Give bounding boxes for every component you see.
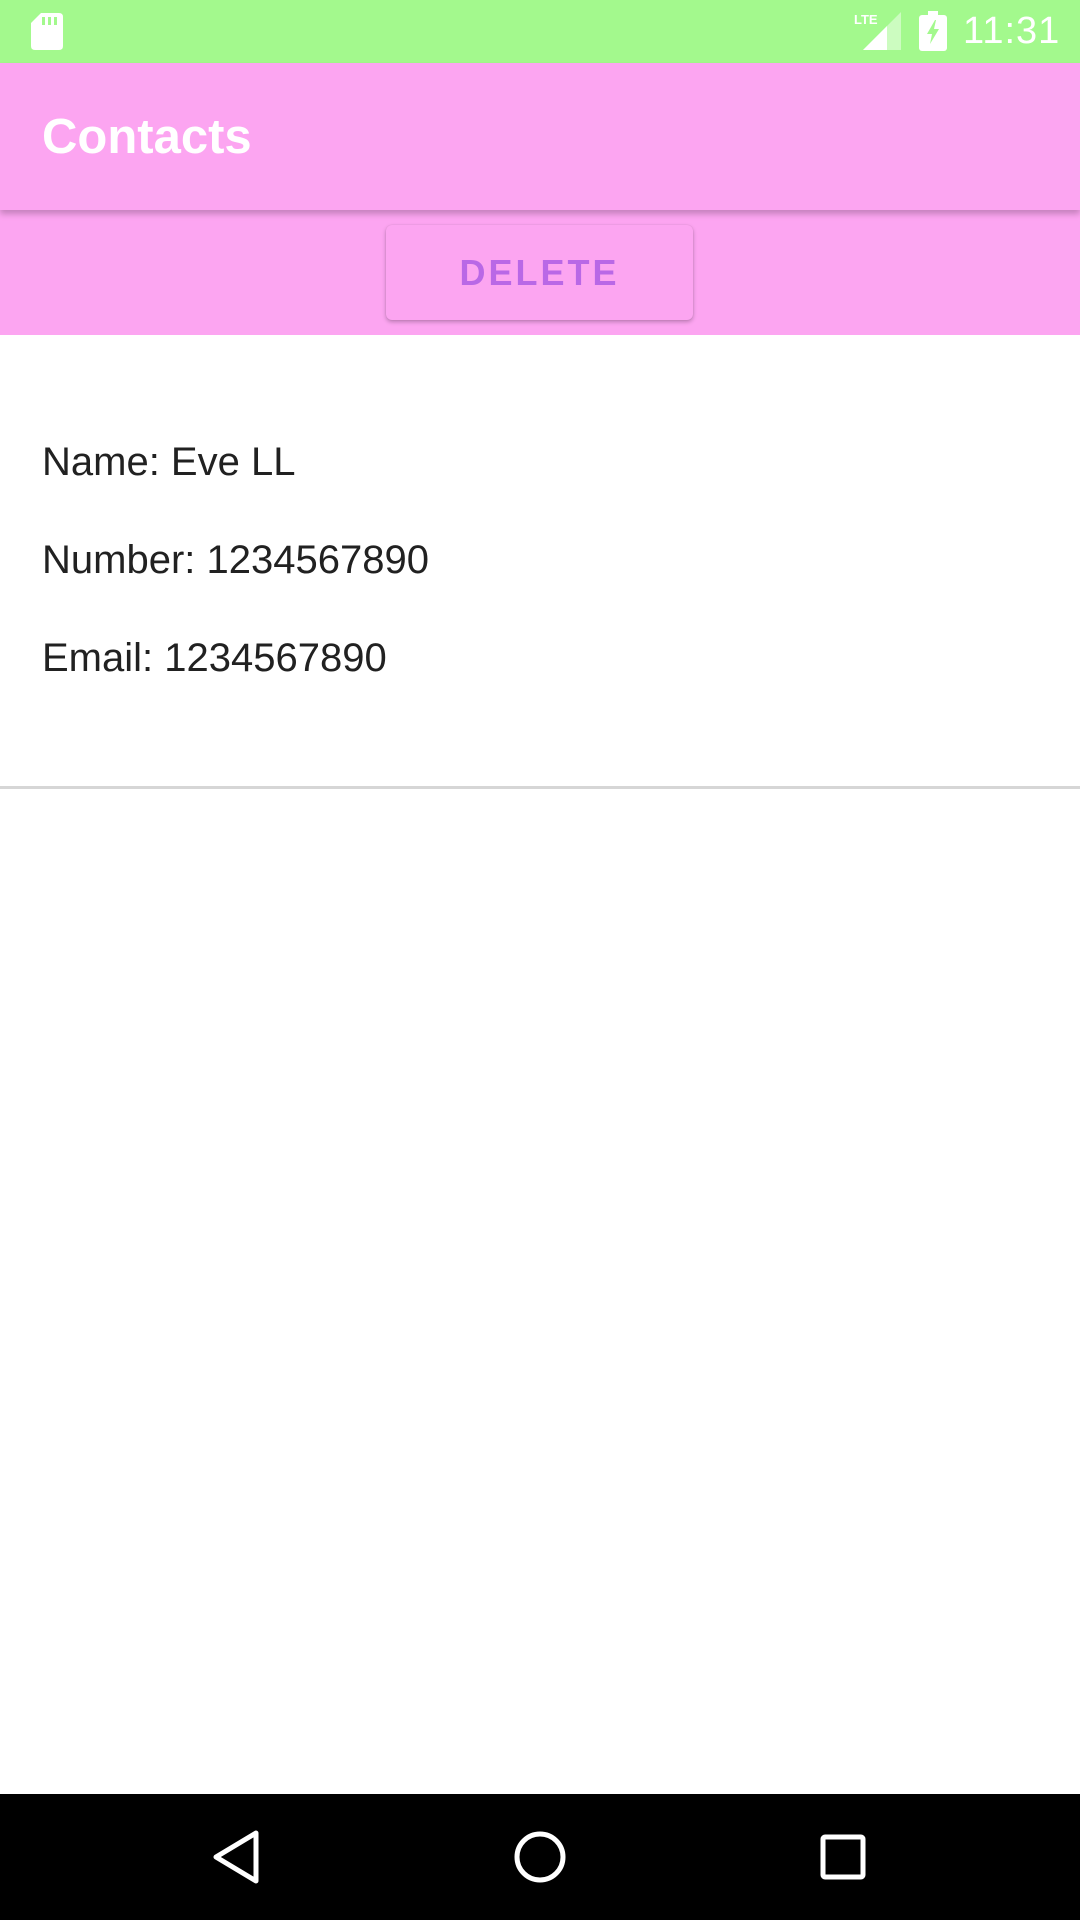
status-clock: 11:31 [963,10,1061,52]
back-button[interactable] [196,1817,276,1897]
action-strip: DELETE [0,210,1080,335]
network-type-label: LTE [854,12,878,27]
navigation-bar [0,1794,1080,1920]
screen: LTE 11:31 Contacts DELETE Name: Eve LL N… [0,0,1080,1920]
divider [0,786,1080,789]
contact-number: Number: 1234567890 [42,538,429,582]
sd-card-icon [31,13,63,50]
signal-icon: LTE [854,12,901,50]
app-bar: Contacts [0,63,1080,210]
contact-details: Name: Eve LL Number: 1234567890 Email: 1… [42,437,1042,731]
delete-button[interactable]: DELETE [386,225,693,320]
recents-button[interactable] [803,1817,883,1897]
app-title: Contacts [42,110,252,164]
recents-icon [820,1834,866,1880]
contact-name: Name: Eve LL [42,440,296,484]
status-bar: LTE 11:31 [0,0,1080,63]
contact-email: Email: 1234567890 [42,636,387,680]
battery-charging-icon [919,11,947,51]
home-icon [514,1831,566,1883]
home-button[interactable] [500,1817,580,1897]
back-icon [213,1830,259,1884]
